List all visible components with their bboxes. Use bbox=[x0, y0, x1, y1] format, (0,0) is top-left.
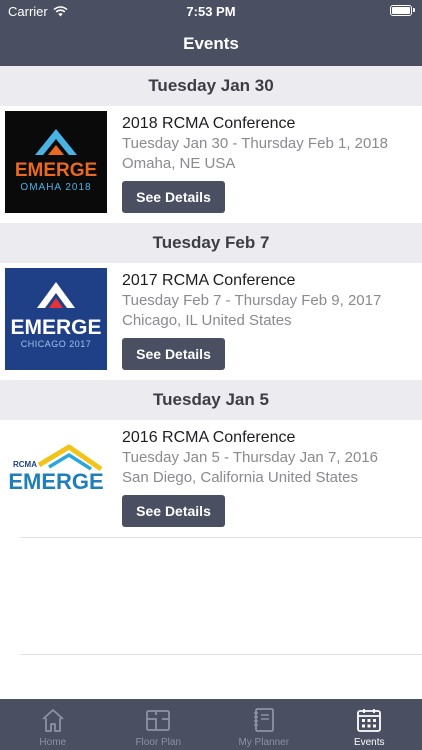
status-bar: Carrier 7:53 PM bbox=[0, 0, 422, 22]
logo-subtitle: CHICAGO 2017 bbox=[21, 339, 92, 349]
see-details-button[interactable]: See Details bbox=[122, 338, 225, 370]
tab-events[interactable]: Events bbox=[317, 699, 422, 750]
event-logo: RCMA EMERGE bbox=[5, 425, 107, 527]
event-row[interactable]: EMERGE OMAHA 2018 2018 RCMA Conference T… bbox=[0, 106, 422, 223]
event-location: San Diego, California United States bbox=[122, 469, 358, 486]
section-header: Tuesday Jan 5 bbox=[0, 380, 422, 420]
event-row[interactable]: EMERGE CHICAGO 2017 2017 RCMA Conference… bbox=[0, 263, 422, 380]
event-row[interactable]: RCMA EMERGE 2016 RCMA Conference Tuesday… bbox=[0, 420, 422, 537]
tab-my-planner[interactable]: My Planner bbox=[211, 699, 317, 750]
see-details-button[interactable]: See Details bbox=[122, 495, 225, 527]
logo-word: EMERGE bbox=[10, 316, 101, 339]
floor-plan-icon bbox=[146, 710, 171, 731]
section-header: Tuesday Jan 30 bbox=[0, 66, 422, 106]
empty-row bbox=[20, 537, 422, 654]
tab-label: Floor Plan bbox=[135, 737, 182, 748]
logo-word: EMERGE bbox=[15, 160, 97, 181]
event-dates: Tuesday Jan 5 - Thursday Jan 7, 2016 bbox=[122, 449, 378, 466]
logo-subtitle: RCMA bbox=[13, 460, 37, 469]
event-name: 2016 RCMA Conference bbox=[122, 429, 296, 446]
event-location: Chicago, IL United States bbox=[122, 312, 292, 329]
tab-home[interactable]: Home bbox=[0, 699, 106, 750]
event-name: 2017 RCMA Conference bbox=[122, 272, 296, 289]
event-info: 2017 RCMA Conference Tuesday Feb 7 - Thu… bbox=[122, 271, 416, 330]
event-info: 2018 RCMA Conference Tuesday Jan 30 - Th… bbox=[122, 114, 416, 173]
navigation-bar: Events bbox=[0, 22, 422, 66]
logo-word: EMERGE bbox=[8, 469, 103, 494]
clock: 7:53 PM bbox=[186, 4, 236, 19]
logo-subtitle: OMAHA 2018 bbox=[20, 182, 91, 193]
event-logo: EMERGE OMAHA 2018 bbox=[5, 111, 107, 213]
home-icon bbox=[42, 709, 64, 732]
event-location: Omaha, NE USA bbox=[122, 155, 236, 172]
battery-icon bbox=[390, 5, 415, 16]
tab-bar: Home Floor Plan My Planner Events bbox=[0, 699, 422, 750]
tab-label: My Planner bbox=[238, 737, 290, 748]
empty-row bbox=[20, 654, 422, 699]
tab-label: Home bbox=[39, 737, 67, 748]
event-info: 2016 RCMA Conference Tuesday Jan 5 - Thu… bbox=[122, 428, 416, 487]
event-logo: EMERGE CHICAGO 2017 bbox=[5, 268, 107, 370]
events-list[interactable]: Tuesday Jan 30 EMERGE OMAHA 2018 2018 RC… bbox=[0, 66, 422, 699]
page-title: Events bbox=[183, 34, 239, 53]
tab-floor-plan[interactable]: Floor Plan bbox=[106, 699, 212, 750]
section-header: Tuesday Feb 7 bbox=[0, 223, 422, 263]
tab-label: Events bbox=[353, 737, 385, 748]
event-dates: Tuesday Feb 7 - Thursday Feb 9, 2017 bbox=[122, 292, 382, 309]
event-dates: Tuesday Jan 30 - Thursday Feb 1, 2018 bbox=[122, 135, 388, 152]
planner-icon bbox=[253, 708, 274, 732]
calendar-icon bbox=[357, 709, 382, 732]
see-details-button[interactable]: See Details bbox=[122, 181, 225, 213]
event-name: 2018 RCMA Conference bbox=[122, 115, 296, 132]
